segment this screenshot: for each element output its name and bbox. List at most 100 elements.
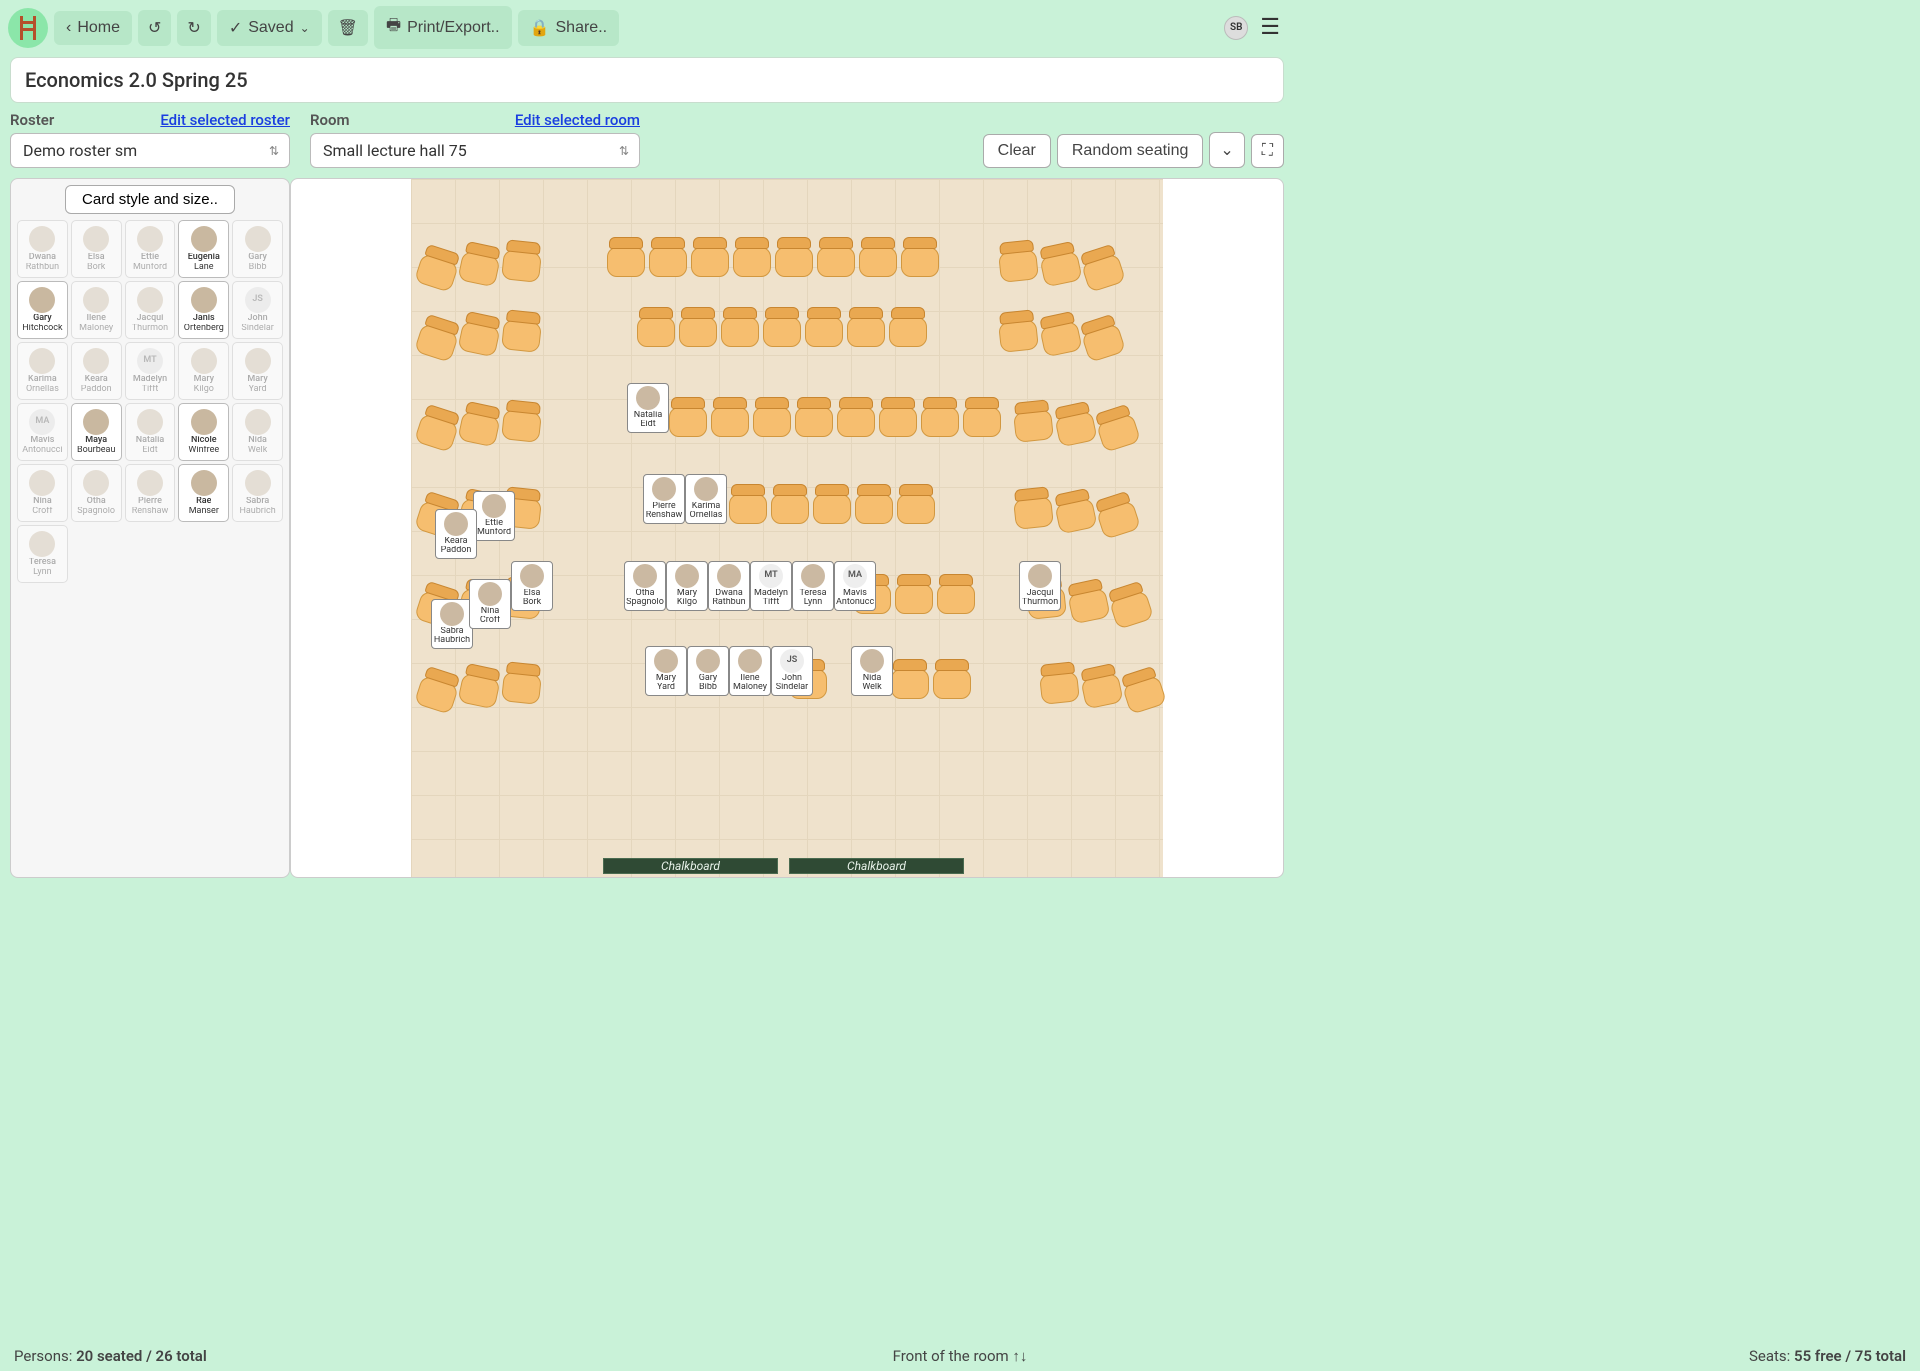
seat[interactable] — [771, 484, 809, 524]
seat[interactable] — [1052, 401, 1097, 448]
seat[interactable] — [414, 243, 463, 293]
seat[interactable] — [1078, 663, 1123, 710]
edit-roster-link[interactable]: Edit selected roster — [160, 111, 290, 129]
seat[interactable] — [855, 484, 893, 524]
seat[interactable] — [921, 397, 959, 437]
roster-card[interactable]: NataliaEidt — [125, 403, 176, 461]
seat[interactable] — [813, 484, 851, 524]
placed-person[interactable]: NataliaEidt — [627, 383, 669, 433]
undo-button[interactable]: ↺ — [138, 10, 171, 46]
seat[interactable] — [414, 313, 463, 363]
seat[interactable] — [733, 237, 771, 277]
chart-title-input[interactable]: Economics 2.0 Spring 25 — [10, 57, 1284, 103]
roster-card[interactable]: JacquiThurmon — [125, 281, 176, 339]
seat[interactable] — [414, 665, 463, 715]
seat[interactable] — [997, 239, 1039, 283]
roster-card[interactable]: DwanaRathbun — [17, 220, 68, 278]
seat[interactable] — [691, 237, 729, 277]
seat[interactable] — [879, 397, 917, 437]
seat[interactable] — [1065, 578, 1110, 625]
seat[interactable] — [1038, 661, 1080, 705]
placed-person[interactable]: NinaCroff — [469, 579, 511, 629]
placed-person[interactable]: MAMavisAntonucci — [834, 561, 876, 611]
seat[interactable] — [997, 309, 1039, 353]
app-logo[interactable] — [8, 8, 48, 48]
home-button[interactable]: ‹ Home — [54, 11, 132, 45]
placed-person[interactable]: KarimaOrnellas — [685, 474, 727, 524]
placed-person[interactable]: JSJohnSindelar — [771, 646, 813, 696]
seat[interactable] — [457, 663, 502, 710]
seat[interactable] — [805, 307, 843, 347]
user-avatar[interactable]: SB — [1224, 16, 1248, 40]
seat[interactable] — [795, 397, 833, 437]
placed-person[interactable]: SabraHaubrich — [431, 599, 473, 649]
seat[interactable] — [901, 237, 939, 277]
roster-card[interactable]: NidaWelk — [232, 403, 283, 461]
roster-card[interactable]: RaeManser — [178, 464, 229, 522]
print-export-button[interactable]: 🖶 Print/Export.. — [374, 6, 512, 49]
seat[interactable] — [963, 397, 1001, 437]
roster-card[interactable]: SabraHaubrich — [232, 464, 283, 522]
placed-person[interactable]: JacquiThurmon — [1019, 561, 1061, 611]
roster-card[interactable]: MaryKilgo — [178, 342, 229, 400]
roster-card[interactable]: KearaPaddon — [71, 342, 122, 400]
seat[interactable] — [775, 237, 813, 277]
seat[interactable] — [1012, 486, 1054, 530]
placed-person[interactable]: DwanaRathbun — [708, 561, 750, 611]
saved-status-button[interactable]: ✓ Saved ⌄ — [217, 10, 322, 46]
roster-card[interactable]: NinaCroff — [17, 464, 68, 522]
random-seating-button[interactable]: Random seating — [1057, 134, 1204, 168]
seat[interactable] — [1078, 243, 1127, 293]
seat[interactable] — [1052, 488, 1097, 535]
roster-card[interactable]: GaryBibb — [232, 220, 283, 278]
seat[interactable] — [897, 484, 935, 524]
seat[interactable] — [501, 399, 543, 443]
roster-card[interactable]: EttieMunford — [125, 220, 176, 278]
placed-person[interactable]: GaryBibb — [687, 646, 729, 696]
seat[interactable] — [457, 241, 502, 288]
seat[interactable] — [457, 311, 502, 358]
roster-card[interactable]: GaryHitchcock — [17, 281, 68, 339]
seat[interactable] — [711, 397, 749, 437]
placed-person[interactable]: NidaWelk — [851, 646, 893, 696]
seat[interactable] — [414, 403, 463, 453]
random-seating-dropdown[interactable]: ⌄ — [1209, 132, 1244, 168]
placed-person[interactable]: PierreRenshaw — [643, 474, 685, 524]
seat[interactable] — [933, 659, 971, 699]
hamburger-menu-icon[interactable]: ☰ — [1254, 15, 1286, 40]
seat[interactable] — [637, 307, 675, 347]
roster-card[interactable]: MaryYard — [232, 342, 283, 400]
seat[interactable] — [457, 401, 502, 448]
placed-person[interactable]: MaryKilgo — [666, 561, 708, 611]
seat[interactable] — [607, 237, 645, 277]
seat[interactable] — [859, 237, 897, 277]
seat[interactable] — [649, 237, 687, 277]
seat[interactable] — [937, 574, 975, 614]
roster-card[interactable]: NicoleWinfree — [178, 403, 229, 461]
seat[interactable] — [1093, 403, 1142, 453]
seat[interactable] — [889, 307, 927, 347]
seat[interactable] — [891, 659, 929, 699]
placed-person[interactable]: MTMadelynTifft — [750, 561, 792, 611]
seat[interactable] — [501, 239, 543, 283]
seat[interactable] — [729, 484, 767, 524]
clear-button[interactable]: Clear — [983, 134, 1051, 168]
seat[interactable] — [1078, 313, 1127, 363]
roster-card[interactable]: JSJohnSindelar — [232, 281, 283, 339]
roster-card[interactable]: ElsaBork — [71, 220, 122, 278]
placed-person[interactable]: EttieMunford — [473, 491, 515, 541]
edit-room-link[interactable]: Edit selected room — [515, 111, 640, 129]
seat[interactable] — [721, 307, 759, 347]
roster-card[interactable]: MayaBourbeau — [71, 403, 122, 461]
fullscreen-button[interactable]: ⛶ — [1251, 134, 1284, 168]
seat[interactable] — [837, 397, 875, 437]
placed-person[interactable]: IleneMaloney — [729, 646, 771, 696]
seat[interactable] — [1119, 665, 1168, 715]
roster-card[interactable]: JanisOrtenberg — [178, 281, 229, 339]
seat[interactable] — [679, 307, 717, 347]
seat[interactable] — [1012, 399, 1054, 443]
roster-card[interactable]: KarimaOrnellas — [17, 342, 68, 400]
roster-card[interactable]: EugeniaLane — [178, 220, 229, 278]
share-button[interactable]: 🔒 Share.. — [518, 10, 620, 46]
roster-card[interactable]: MAMavisAntonucci — [17, 403, 68, 461]
